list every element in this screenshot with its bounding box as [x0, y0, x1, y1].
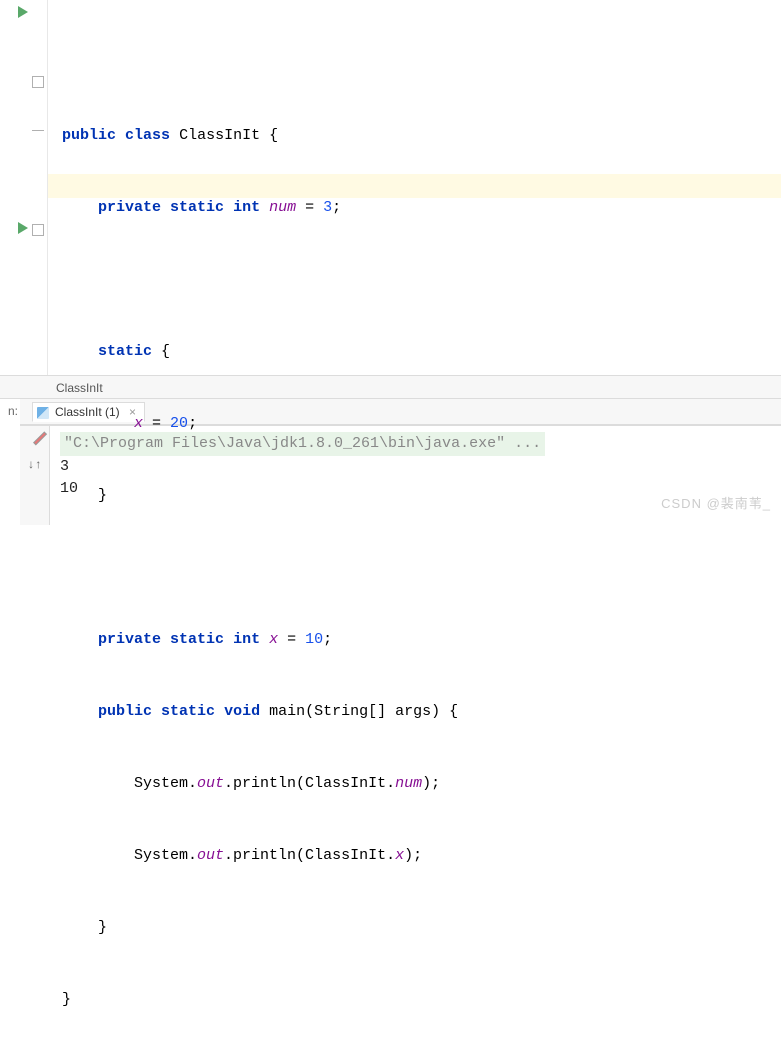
code-line: public class ClassInIt {: [62, 124, 781, 148]
code-line: private static int num = 3;: [62, 196, 781, 220]
run-class-icon[interactable]: [18, 6, 38, 26]
edit-config-icon[interactable]: [26, 436, 44, 454]
code-editor: public class ClassInIt { private static …: [0, 0, 781, 375]
code-line: }: [62, 484, 781, 508]
fold-toggle-icon[interactable]: [32, 224, 44, 236]
code-line: static {: [62, 340, 781, 364]
app-config-icon: [37, 407, 49, 419]
code-line: private static int x = 10;: [62, 628, 781, 652]
code-content[interactable]: public class ClassInIt { private static …: [48, 0, 781, 375]
code-line: System.out.println(ClassInIt.x);: [62, 844, 781, 868]
fold-end-icon: [32, 130, 44, 131]
code-line: [62, 556, 781, 580]
code-line: public static void main(String[] args) {: [62, 700, 781, 724]
code-line: }: [62, 916, 781, 940]
code-line: System.out.println(ClassInIt.num);: [62, 772, 781, 796]
fold-toggle-icon[interactable]: [32, 76, 44, 88]
code-line: }: [62, 988, 781, 1012]
code-line: [62, 268, 781, 292]
scroll-to-end-icon[interactable]: [26, 458, 44, 476]
code-line: x = 20;: [62, 412, 781, 436]
run-toolbar: [20, 426, 50, 525]
run-tool-label: n:: [0, 399, 20, 526]
editor-gutter: [0, 0, 48, 375]
